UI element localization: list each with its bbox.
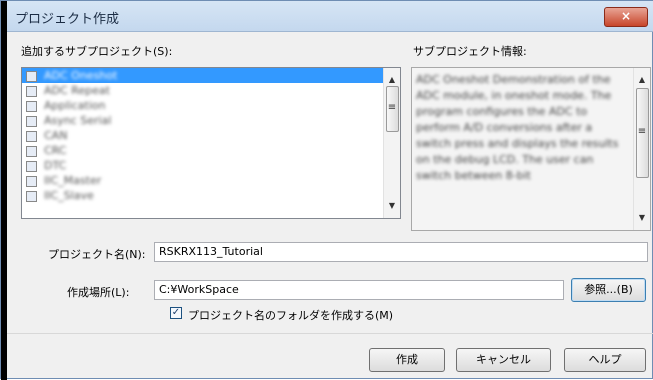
subproject-item-label: ADC Repeat <box>44 84 110 97</box>
subproject-checkbox[interactable] <box>26 176 37 187</box>
subproject-item-label: ADC Oneshot <box>44 69 118 82</box>
subproject-items: ADC Oneshot ADC Repeat Application Async Se… <box>22 68 400 203</box>
close-icon: × <box>620 9 632 23</box>
subproject-item-label: CAN <box>44 129 68 142</box>
subproject-item[interactable]: IIC_Master <box>22 173 400 188</box>
cancel-button[interactable]: キャンセル <box>456 348 551 372</box>
subproject-item[interactable]: ADC Oneshot <box>22 68 400 83</box>
subproject-info-label: サブプロジェクト情報: <box>413 45 527 58</box>
scroll-grip-icon: ≡ <box>387 102 397 113</box>
browse-button[interactable]: 参照...(B) <box>571 278 646 302</box>
project-name-label: プロジェクト名(N): <box>48 248 146 261</box>
dialog-window: プロジェクト作成 × 追加するサブプロジェクト(S): サブプロジェクト情報: … <box>0 0 653 380</box>
subproject-item-label: IIC_Slave <box>44 189 94 202</box>
background-edge <box>1 1 7 380</box>
subproject-checkbox[interactable] <box>26 116 37 127</box>
location-input[interactable]: C:¥WorkSpace <box>154 280 564 300</box>
info-scroll-grip-icon: ≡ <box>637 126 647 137</box>
subproject-item-label: DTC <box>44 159 67 172</box>
info-scroll-down-icon[interactable]: ▼ <box>634 210 650 226</box>
help-button[interactable]: ヘルプ <box>564 348 646 372</box>
info-scroll-up-icon[interactable]: ▲ <box>634 72 650 88</box>
window-title: プロジェクト作成 <box>15 12 120 27</box>
create-folder-label[interactable]: プロジェクト名のフォルダを作成する(M) <box>188 307 393 323</box>
subproject-item-label: Async Serial <box>44 114 112 127</box>
subproject-list-label: 追加するサブプロジェクト(S): <box>21 45 173 58</box>
subproject-checkbox[interactable] <box>26 71 37 82</box>
subproject-item-label: Application <box>44 99 106 112</box>
subproject-checkbox[interactable] <box>26 86 37 97</box>
title-bar[interactable]: プロジェクト作成 × <box>7 1 653 32</box>
subproject-info-text: ADC Oneshot Demonstration of the ADC mod… <box>416 73 619 182</box>
close-button[interactable]: × <box>604 7 648 27</box>
subproject-item[interactable]: DTC <box>22 158 400 173</box>
subproject-item[interactable]: IIC_Slave <box>22 188 400 203</box>
list-scrollbar[interactable]: ▲ ≡ ▼ <box>383 68 400 218</box>
subproject-checkbox[interactable] <box>26 191 37 202</box>
button-divider <box>7 333 653 334</box>
subproject-item[interactable]: Async Serial <box>22 113 400 128</box>
subproject-checkbox[interactable] <box>26 146 37 157</box>
subproject-checkbox[interactable] <box>26 101 37 112</box>
subproject-info-panel: ADC Oneshot Demonstration of the ADC mod… <box>411 67 651 231</box>
subproject-list[interactable]: ADC Oneshot ADC Repeat Application Async Se… <box>21 67 401 219</box>
create-button[interactable]: 作成 <box>369 348 445 372</box>
subproject-item[interactable]: CRC <box>22 143 400 158</box>
subproject-item[interactable]: ADC Repeat <box>22 83 400 98</box>
subproject-item-label: CRC <box>44 144 67 157</box>
subproject-checkbox[interactable] <box>26 161 37 172</box>
subproject-item[interactable]: CAN <box>22 128 400 143</box>
subproject-item-label: IIC_Master <box>44 174 102 187</box>
subproject-item[interactable]: Application <box>22 98 400 113</box>
scroll-down-icon[interactable]: ▼ <box>384 198 400 214</box>
location-label: 作成場所(L): <box>67 286 130 299</box>
info-scrollbar[interactable]: ▲ ≡ ▼ <box>633 68 650 230</box>
subproject-checkbox[interactable] <box>26 131 37 142</box>
project-name-input[interactable]: RSKRX113_Tutorial <box>154 242 648 262</box>
create-folder-checkbox[interactable]: ✓ <box>170 307 182 319</box>
